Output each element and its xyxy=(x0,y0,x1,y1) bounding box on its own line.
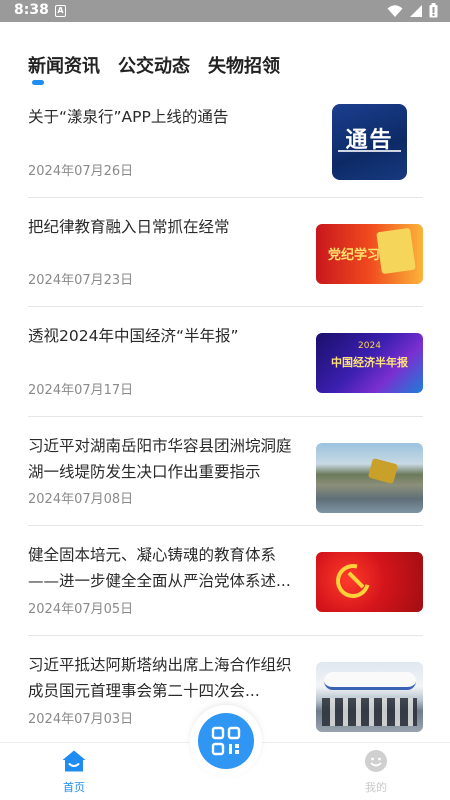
news-item[interactable]: 把纪律教育融入日常抓在经常 2024年07月23日 党纪学习教育 xyxy=(28,198,423,307)
status-time: 8:38 xyxy=(14,2,49,18)
news-item[interactable]: 健全固本培元、凝心铸魂的教育体系——进一步健全全面从严治党体系述... 2024… xyxy=(28,526,423,636)
news-title: 健全固本培元、凝心铸魂的教育体系——进一步健全全面从严治党体系述... xyxy=(28,546,291,590)
news-title: 透视2024年中国经济“半年报” xyxy=(28,327,239,345)
qr-code-icon xyxy=(211,726,241,756)
nav-home-label: 首页 xyxy=(63,781,85,794)
status-bar: 8:38 A xyxy=(0,0,450,22)
news-title: 关于“漾泉行”APP上线的通告 xyxy=(28,108,229,126)
news-thumbnail xyxy=(316,442,423,513)
smiley-icon xyxy=(365,750,387,772)
tab-lost-and-found[interactable]: 失物招领 xyxy=(208,52,280,88)
news-item[interactable]: 透视2024年中国经济“半年报” 2024年07月17日 2024 中国经济半年… xyxy=(28,307,423,417)
nav-mine-label: 我的 xyxy=(365,781,387,794)
excavator-graphic xyxy=(367,457,399,484)
nav-mine[interactable]: 我的 xyxy=(354,749,398,795)
news-date: 2024年07月03日 xyxy=(28,712,134,727)
news-title: 把纪律教育融入日常抓在经常 xyxy=(28,217,230,236)
battery-icon xyxy=(429,3,438,18)
book-graphic xyxy=(376,227,416,274)
news-list: 关于“漾泉行”APP上线的通告 2024年07月26日 通告 把纪律教育融入日常… xyxy=(28,88,423,745)
tab-bus-updates[interactable]: 公交动态 xyxy=(118,52,190,88)
qr-scan-button[interactable] xyxy=(198,713,254,769)
home-icon xyxy=(62,750,86,772)
airplane-graphic xyxy=(324,671,416,690)
news-date: 2024年07月08日 xyxy=(28,492,134,507)
news-date: 2024年07月17日 xyxy=(28,382,134,398)
news-title: 习近平抵达阿斯塔纳出席上海合作组织成员国元首理事会第二十四次会... xyxy=(28,655,292,700)
news-date: 2024年07月05日 xyxy=(28,601,134,617)
news-thumbnail: 通告 xyxy=(332,104,407,180)
news-thumbnail xyxy=(316,661,423,732)
news-thumbnail: 党纪学习教育 xyxy=(316,223,423,284)
wifi-icon xyxy=(387,4,403,17)
thumbnail-caption: 中国经济半年报 xyxy=(331,356,408,369)
news-title: 习近平对湖南岳阳市华容县团洲垸洞庭湖一线堤防发生决口作出重要指示 xyxy=(28,436,292,481)
thumbnail-year: 2024 xyxy=(358,341,381,351)
active-tab-indicator xyxy=(32,80,44,85)
thumbnail-divider xyxy=(338,150,401,152)
notification-icon: A xyxy=(55,5,66,17)
news-item[interactable]: 关于“漾泉行”APP上线的通告 2024年07月26日 通告 xyxy=(28,88,423,198)
nav-home[interactable]: 首页 xyxy=(52,749,96,795)
delegation-graphic xyxy=(322,697,417,726)
news-thumbnail: 2024 中国经济半年报 xyxy=(316,333,423,393)
news-thumbnail xyxy=(316,552,423,612)
news-date: 2024年07月23日 xyxy=(28,273,134,288)
category-tabs: 新闻资讯 公交动态 失物招领 xyxy=(28,52,280,88)
signal-icon xyxy=(410,4,422,17)
status-icons xyxy=(387,3,438,18)
news-date: 2024年07月26日 xyxy=(28,163,134,179)
news-item[interactable]: 习近平对湖南岳阳市华容县团洲垸洞庭湖一线堤防发生决口作出重要指示 2024年07… xyxy=(28,417,423,526)
party-emblem-graphic xyxy=(329,557,377,605)
